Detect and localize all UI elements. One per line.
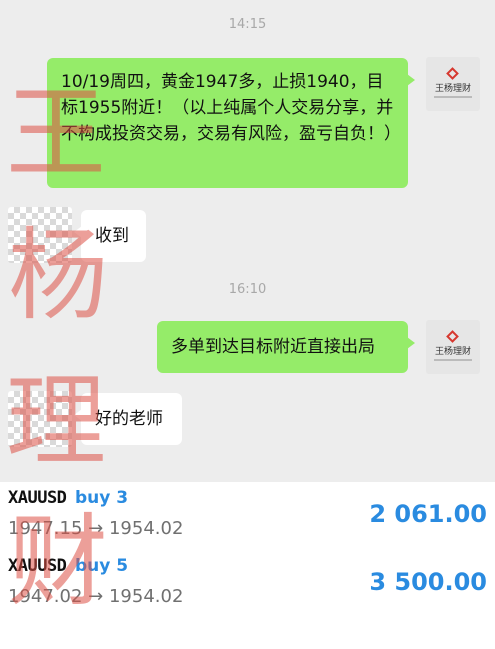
trade-row[interactable]: XAUUSD buy 3 1947.15 → 1954.02 2 061.00 <box>0 488 495 556</box>
message-bubble[interactable]: 好的老师 <box>74 393 182 445</box>
avatar[interactable] <box>8 207 72 263</box>
message-bubble[interactable]: 多单到达目标附近直接出局 <box>157 321 415 373</box>
chat-area[interactable]: 14:15 10/19周四，黄金1947多，止损1940，目标1955附近！（以… <box>0 0 495 482</box>
avatar[interactable]: 王杨理财 <box>426 57 480 111</box>
logo-icon <box>446 67 459 80</box>
trade-list: XAUUSD buy 3 1947.15 → 1954.02 2 061.00 … <box>0 482 495 649</box>
trade-symbol: XAUUSD <box>8 556 67 576</box>
trade-prices: 1947.15 → 1954.02 <box>8 518 184 539</box>
timestamp: 16:10 <box>228 282 267 297</box>
avatar[interactable]: 王杨理财 <box>426 320 480 374</box>
avatar[interactable] <box>8 391 72 447</box>
logo-icon <box>446 330 459 343</box>
timestamp: 14:15 <box>228 17 267 32</box>
trade-side: buy 3 <box>75 488 129 508</box>
trade-profit: 2 061.00 <box>369 500 487 528</box>
divider <box>434 96 472 98</box>
avatar-text: 王杨理财 <box>434 347 471 357</box>
trade-row[interactable]: XAUUSD buy 5 1947.02 → 1954.02 3 500.00 <box>0 556 495 624</box>
avatar-text: 王杨理财 <box>434 84 471 94</box>
trade-prices: 1947.02 → 1954.02 <box>8 586 184 607</box>
message-bubble[interactable]: 10/19周四，黄金1947多，止损1940，目标1955附近！（以上纯属个人交… <box>47 58 415 188</box>
divider <box>434 359 472 361</box>
trade-symbol: XAUUSD <box>8 488 67 508</box>
trade-side: buy 5 <box>75 556 129 576</box>
message-bubble[interactable]: 收到 <box>74 210 146 262</box>
trade-profit: 3 500.00 <box>369 568 487 596</box>
